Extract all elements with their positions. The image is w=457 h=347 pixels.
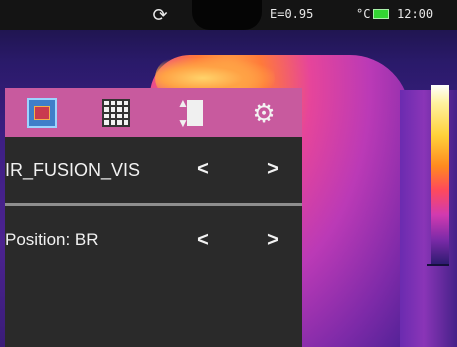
list-item-image-mode: IR_FUSION_VIS < >	[5, 137, 302, 206]
image-mode-next-button[interactable]: >	[261, 157, 285, 181]
list-item-position: Position: BR < >	[5, 206, 302, 272]
color-scale-marker	[427, 264, 449, 266]
status-bar: ⟳ E=0.95 °C 12:00	[0, 0, 457, 30]
menu-toolbar: ▲ ▼ ⚙	[5, 88, 302, 137]
temperature-color-scale	[431, 85, 449, 265]
tab-settings[interactable]: ⚙	[227, 88, 301, 137]
status-notch	[192, 0, 262, 30]
position-value: Position: BR	[5, 230, 99, 249]
settings-menu-panel: IR_FUSION_VIS < > Position: BR < >	[5, 137, 302, 347]
position-prev-button[interactable]: <	[191, 228, 215, 252]
thermal-camera-screen: ⟳ E=0.95 °C 12:00 ▲ ▼ ⚙ IR_FUSION_VIS < …	[0, 0, 457, 347]
tab-image-fusion[interactable]	[5, 88, 79, 137]
tab-range-scale[interactable]: ▲ ▼	[153, 88, 227, 137]
tab-grid[interactable]	[79, 88, 153, 137]
image-mode-prev-button[interactable]: <	[191, 157, 215, 181]
emissivity-readout: E=0.95	[270, 7, 314, 21]
range-scale-icon: ▲ ▼	[173, 97, 207, 129]
grid-icon	[102, 98, 130, 127]
temperature-unit: °C	[356, 7, 371, 21]
gear-icon: ⚙	[252, 97, 276, 128]
refresh-icon[interactable]: ⟳	[150, 5, 170, 25]
image-mode-value: IR_FUSION_VIS	[5, 160, 141, 180]
battery-icon	[373, 9, 389, 19]
position-next-button[interactable]: >	[261, 228, 285, 252]
clock-time: 12:00	[397, 7, 434, 21]
image-fusion-icon	[27, 97, 57, 128]
